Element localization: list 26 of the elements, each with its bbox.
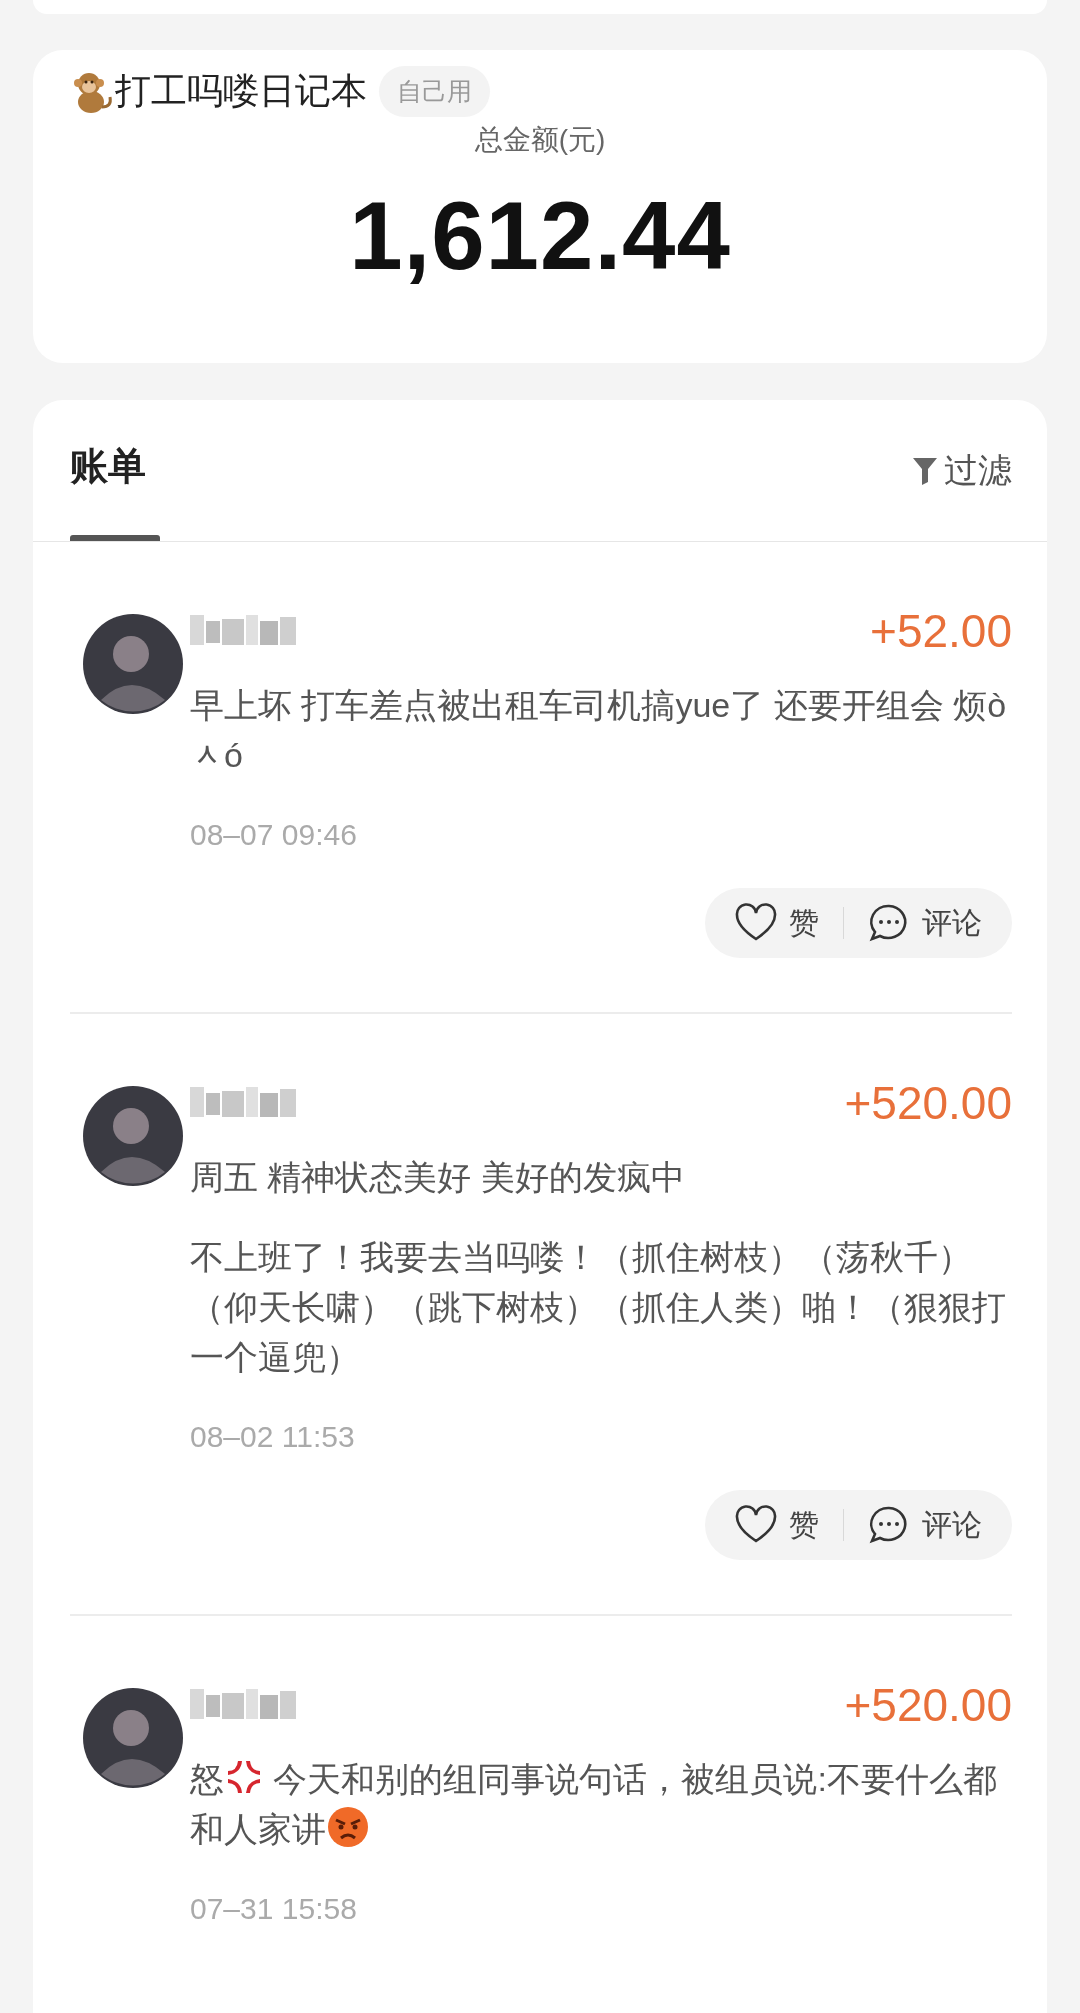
post-text: 早上坏 打车差点被出租车司机搞yue了 还要开组会 烦òᆺó — [190, 685, 1008, 776]
amount: +52.00 — [870, 604, 1012, 658]
total-amount: 1,612.44 — [348, 181, 732, 291]
timestamp: 07–31 15:58 — [190, 1892, 358, 1926]
comment-button[interactable]: 评论 — [868, 902, 982, 944]
speech-bubble-icon — [868, 903, 910, 943]
angry-face-icon — [326, 1805, 370, 1849]
filter-icon — [912, 455, 938, 486]
speech-bubble-icon — [868, 1505, 910, 1545]
comment-button[interactable]: 评论 — [868, 1504, 982, 1546]
timestamp: 08–07 09:46 — [190, 818, 358, 852]
filter-button[interactable]: 过滤 — [912, 447, 1012, 494]
like-button[interactable]: 赞 — [735, 902, 819, 944]
timestamp: 08–02 11:53 — [190, 1420, 356, 1454]
post-text: 怒 今天和别的组同事说句话，被组员说:不要什么都和人家讲 — [190, 1754, 1012, 1854]
post-text: 周五 精神状态美好 美好的发疯中 — [190, 1157, 686, 1198]
heart-icon — [735, 903, 777, 943]
heart-icon — [735, 1505, 777, 1545]
like-button[interactable]: 赞 — [735, 1504, 819, 1546]
total-label: 总金额(元) — [473, 123, 607, 157]
bills-tab[interactable]: 账单 — [70, 441, 146, 492]
notebook-title: 打工吗喽日记本 — [115, 69, 367, 113]
amount: +520.00 — [844, 1678, 1012, 1732]
tag-label: 自己用 — [379, 66, 490, 117]
post-text: 不上班了！我要去当吗喽！（抓住树枝）（荡秋千）（仰天长啸）（跳下树枝）（抓住人类）啪！（狠狠打一个逼兜） — [190, 1237, 1007, 1378]
amount: +520.00 — [844, 1076, 1012, 1130]
